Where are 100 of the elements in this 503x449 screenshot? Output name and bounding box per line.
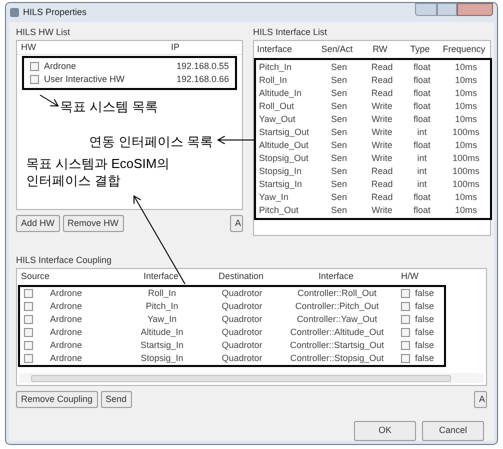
table-cell-text: Quadrotor	[220, 326, 264, 339]
checkbox[interactable]	[401, 328, 410, 337]
column-header[interactable]: Sen/Act	[314, 43, 360, 57]
table-cell-text: Quadrotor	[220, 312, 264, 326]
table-cell-text: Read	[370, 60, 394, 74]
table-cell-text: 192.168.0.66	[175, 72, 229, 86]
table-cell-text: Ardrone	[50, 286, 82, 300]
table-cell-text: Write	[370, 138, 394, 152]
checkbox[interactable]	[24, 302, 33, 311]
column-header[interactable]: H/W	[391, 270, 441, 284]
table-cell-text: Yaw_In	[258, 190, 290, 204]
button[interactable]: Cancel	[422, 421, 484, 441]
app-icon	[10, 8, 19, 17]
table-cell-text: 10ms	[454, 86, 478, 100]
table-cell-text: Sen	[330, 164, 348, 178]
table-cell-text: 10ms	[454, 60, 478, 74]
table-cell-text: 10ms	[454, 112, 478, 126]
column-header[interactable]: Interface	[281, 270, 391, 284]
column-header[interactable]: HW	[21, 40, 171, 54]
table-cell-text: Controller::Stopsig_Out	[289, 352, 385, 365]
table-cell-text: Sen	[330, 100, 348, 113]
table-cell-text: Ardrone	[50, 312, 82, 326]
table-cell-text: Startsig_In	[139, 338, 185, 352]
column-header[interactable]: Interface	[254, 43, 314, 57]
table-cell-text: Roll_Out	[258, 100, 296, 113]
maximize-icon[interactable]	[437, 3, 457, 16]
table-cell-text: Read	[370, 86, 394, 100]
button[interactable]: Send	[100, 391, 132, 408]
annotation-label: 목표 시스템과 EcoSIM의 인터페이스 결합	[26, 155, 170, 189]
checkbox[interactable]	[401, 289, 410, 298]
table-cell-text: Stopsig_In	[140, 352, 184, 365]
table-cell-text: Write	[370, 112, 394, 126]
group-title: HILS Interface List	[253, 26, 328, 39]
button[interactable]: A	[474, 391, 487, 408]
scrollbar-thumb[interactable]	[31, 374, 451, 382]
table-cell-text: Sen	[330, 204, 348, 217]
checkbox[interactable]	[24, 315, 33, 324]
checkbox[interactable]	[401, 315, 410, 324]
table-cell-text: 10ms	[454, 100, 478, 113]
table-cell-text: Sen	[330, 178, 348, 191]
button[interactable]: Remove HW	[62, 215, 124, 232]
table-cell-text: Read	[370, 164, 394, 178]
window-title: HILS Properties	[23, 6, 87, 19]
table-cell-text: 10ms	[454, 190, 478, 204]
column-header[interactable]: Frequency	[440, 43, 488, 57]
annotation-label: 목표 시스템 목록	[60, 98, 158, 116]
checkbox[interactable]	[30, 62, 39, 71]
checkbox[interactable]	[30, 75, 39, 84]
column-header[interactable]: Type	[400, 43, 440, 57]
column-header[interactable]: IP	[171, 40, 180, 54]
table-cell-text: 10ms	[454, 74, 478, 87]
table-cell-text: float	[412, 86, 432, 100]
checkbox[interactable]	[24, 289, 33, 298]
table-cell-text: 192.168.0.55	[175, 60, 229, 73]
table-cell-text: Roll_In	[258, 74, 288, 87]
table-cell-text: Read	[370, 178, 394, 191]
table-cell-text: Startsig_In	[258, 178, 304, 191]
table-cell-text: Quadrotor	[220, 286, 264, 300]
annotation-label: 연동 인터페이스 목록	[89, 133, 214, 151]
table-cell-text: float	[412, 74, 432, 87]
table-cell-text: float	[412, 204, 432, 217]
checkbox[interactable]	[24, 354, 33, 363]
column-header[interactable]: Source	[17, 270, 121, 284]
table-cell-text: Controller::Yaw_Out	[296, 312, 378, 326]
checkbox[interactable]	[24, 328, 33, 337]
minimize-icon[interactable]	[415, 3, 437, 16]
table-cell-text: Write	[370, 126, 394, 139]
table-cell-text: Quadrotor	[220, 338, 264, 352]
table-cell-text: false	[415, 312, 434, 326]
table-cell-text: Controller::Startsig_Out	[288, 338, 386, 352]
table-cell-text: float	[412, 60, 432, 74]
table-cell-text: Pitch_In	[258, 60, 293, 74]
button[interactable]: OK	[354, 421, 416, 441]
table-cell-text: Stopsig_In	[258, 164, 303, 178]
table-cell-text: 100ms	[451, 164, 480, 178]
table-cell-text: Write	[370, 152, 394, 165]
checkbox[interactable]	[24, 341, 33, 350]
table-cell-text: 100ms	[451, 126, 480, 139]
table-cell-text: User Interactive HW	[44, 72, 126, 86]
button[interactable]: Add HW	[16, 215, 60, 232]
table-cell-text: Sen	[330, 74, 348, 87]
button[interactable]: A	[230, 215, 243, 232]
close-icon[interactable]	[457, 3, 493, 16]
column-header[interactable]: Destination	[201, 270, 281, 284]
table-cell-text: Altitude_In	[258, 86, 303, 100]
scrollbar[interactable]	[19, 373, 484, 383]
table-cell-text: false	[415, 338, 434, 352]
table-cell-text: Ardrone	[50, 338, 82, 352]
column-header[interactable]: RW	[360, 43, 400, 57]
table-cell-text: Ardrone	[50, 300, 82, 313]
table-cell-text: float	[412, 138, 432, 152]
table-cell-text: false	[415, 352, 434, 365]
table-cell-text: Ardrone	[50, 326, 82, 339]
table-cell-text: Controller::Roll_Out	[296, 286, 378, 300]
table-cell-text: Quadrotor	[220, 352, 264, 365]
checkbox[interactable]	[401, 341, 410, 350]
checkbox[interactable]	[401, 302, 410, 311]
column-header[interactable]: Interface	[121, 270, 201, 284]
checkbox[interactable]	[401, 354, 410, 363]
button[interactable]: Remove Coupling	[16, 391, 98, 408]
